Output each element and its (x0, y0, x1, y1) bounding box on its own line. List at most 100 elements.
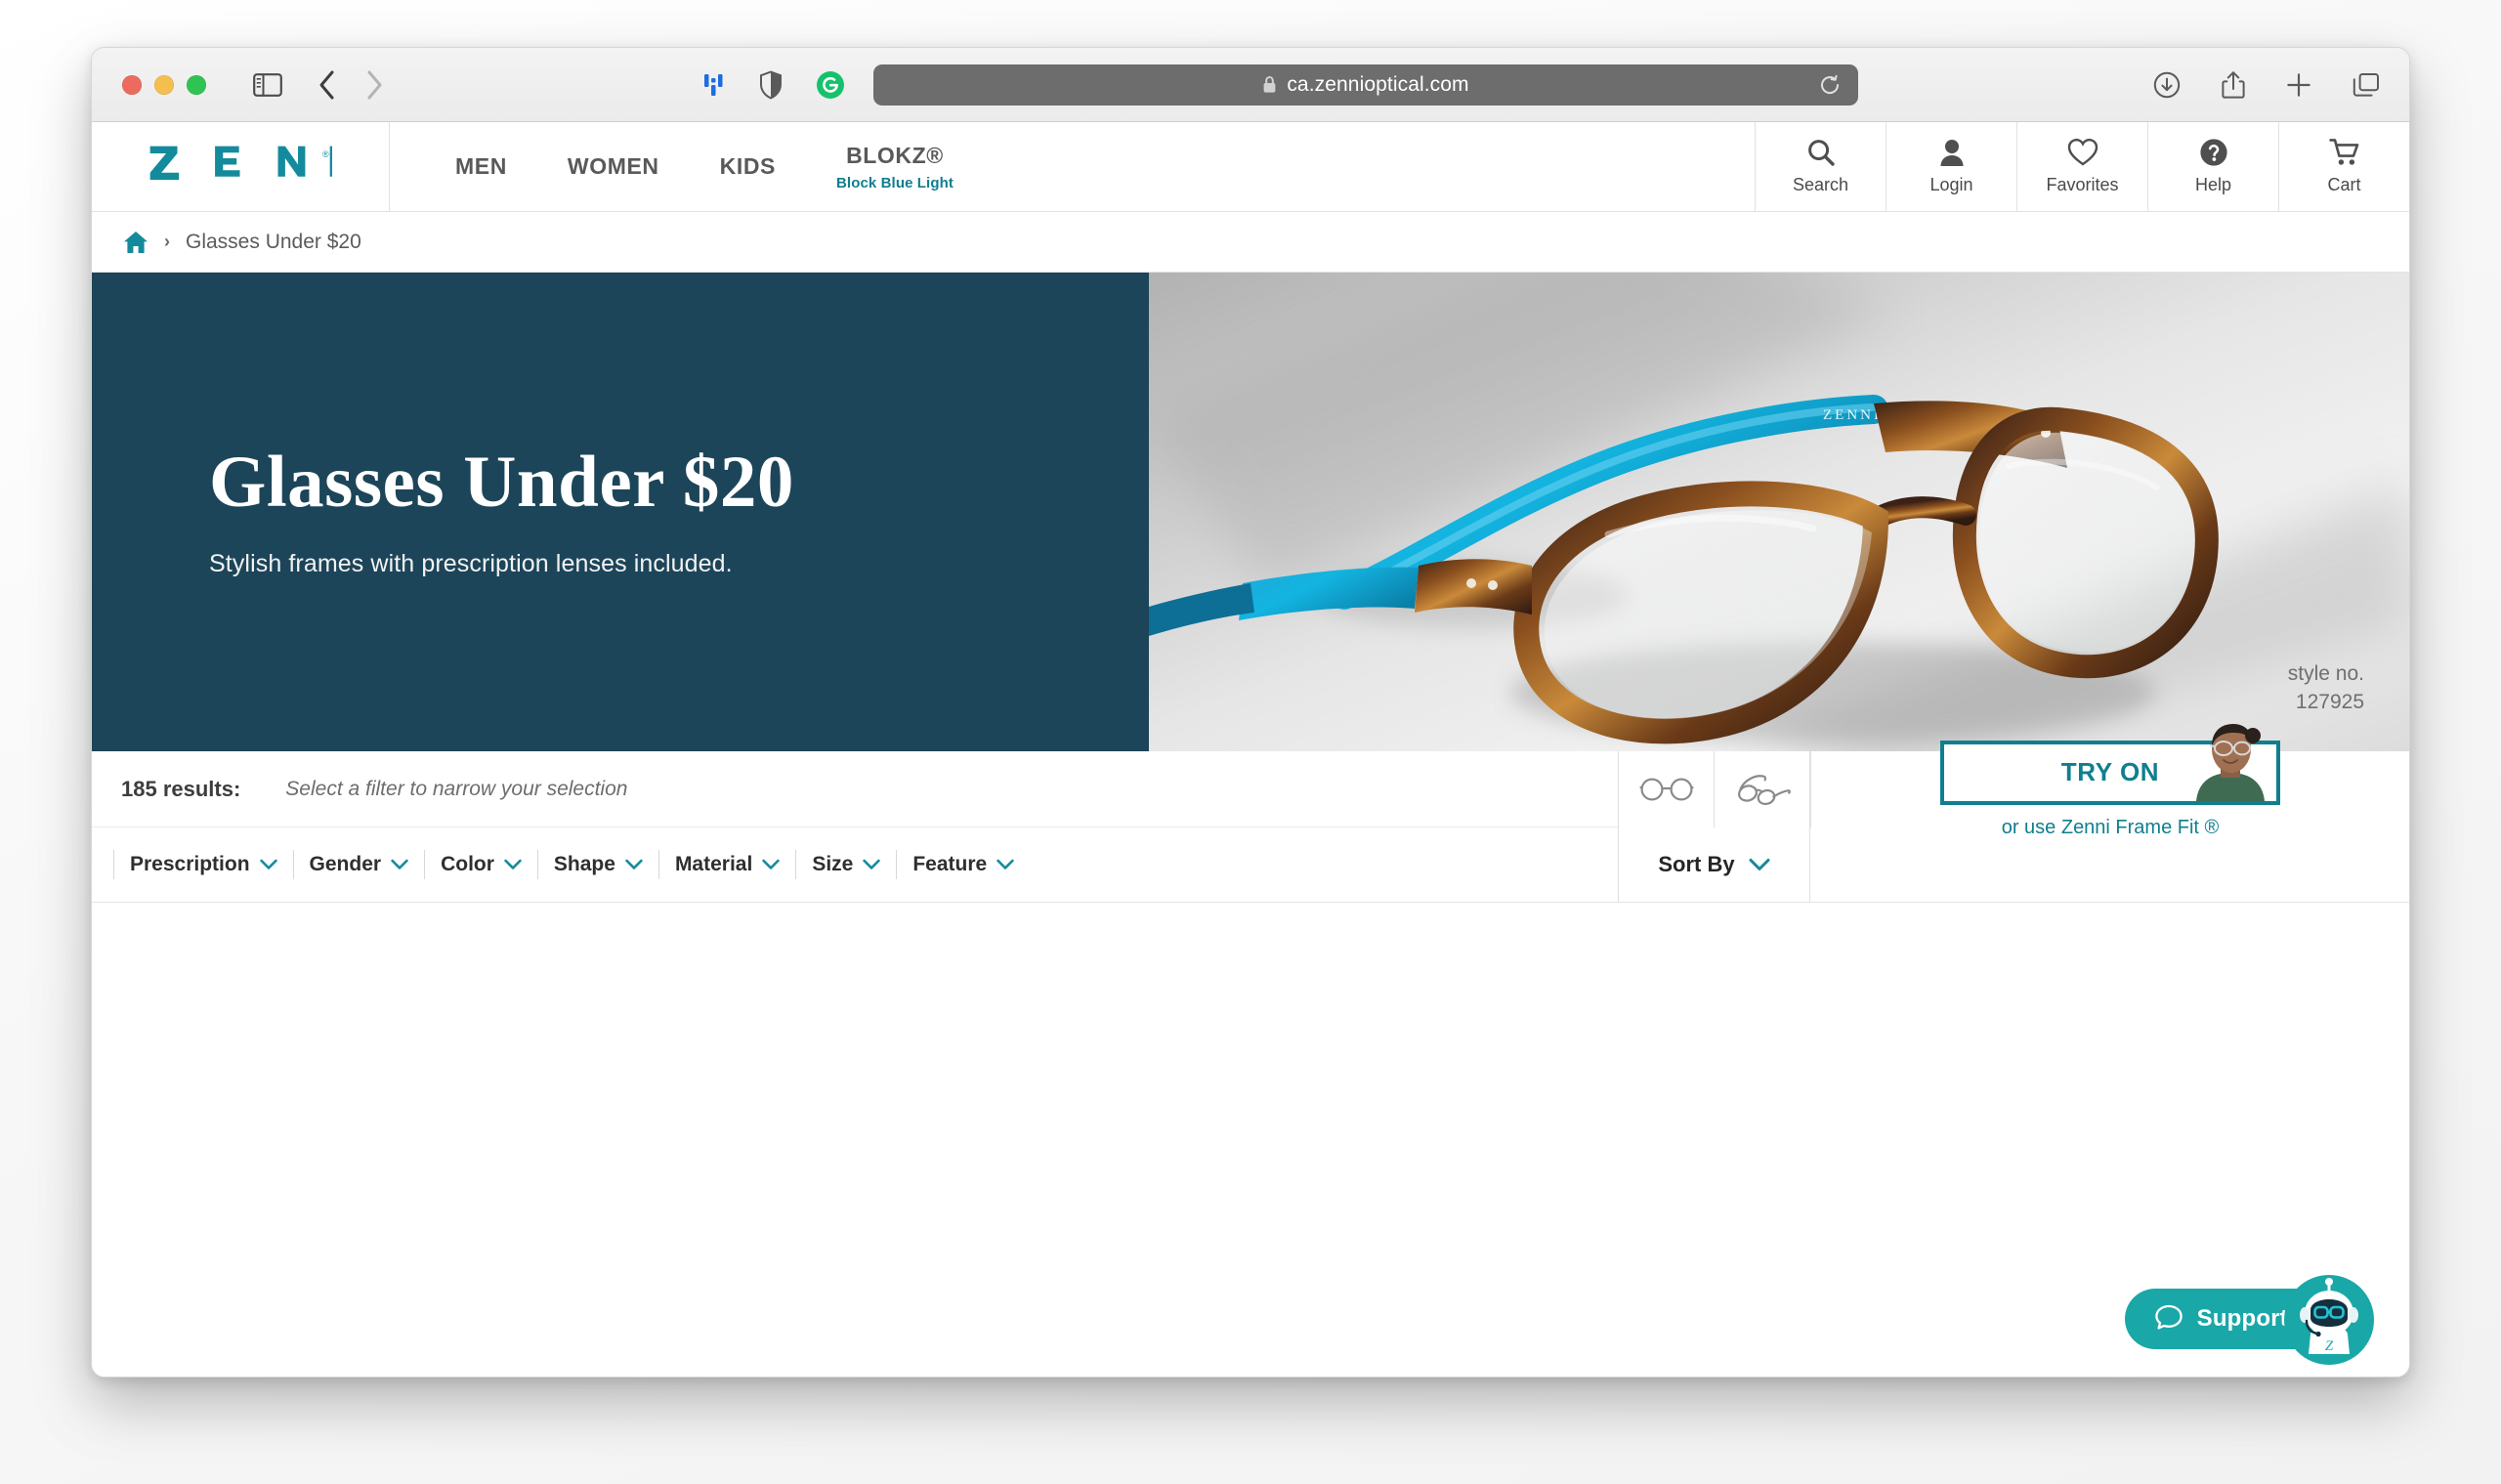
search-icon (1806, 138, 1836, 167)
breadcrumb: › Glasses Under $20 (92, 212, 2409, 273)
header-login-button[interactable]: Login (1886, 122, 2016, 211)
filter-feature[interactable]: Feature (896, 850, 1030, 879)
results-filter-bar: 185 results: Select a filter to narrow y… (92, 723, 2409, 903)
nav-label: MEN (455, 153, 507, 179)
nav-item-men[interactable]: MEN (455, 122, 507, 211)
chevron-down-icon (996, 859, 1014, 870)
glasses-front-view-icon[interactable] (1619, 751, 1715, 827)
style-number-value: 127925 (2295, 690, 2364, 713)
browser-toolbar: ca.zennioptical.com (92, 48, 2409, 122)
new-tab-icon[interactable] (2286, 72, 2311, 98)
share-icon[interactable] (2222, 70, 2245, 100)
sidebar-toggle-icon[interactable] (253, 72, 282, 97)
safari-browser-window: ca.zennioptical.com ® MEN WOMEN KIDS BLO… (91, 47, 2410, 1378)
results-count: 185 results: (121, 776, 241, 801)
address-bar-url: ca.zennioptical.com (1287, 72, 1469, 96)
filter-label: Prescription (130, 853, 250, 875)
filter-label: Size (812, 853, 854, 875)
chevron-down-icon (863, 859, 881, 870)
header-action-label: Login (1929, 175, 1973, 194)
chevron-down-icon (504, 859, 522, 870)
filter-label: Color (441, 853, 494, 875)
header-action-label: Cart (2327, 175, 2361, 194)
avatar (2188, 719, 2272, 801)
nav-label: BLOKZ® (846, 142, 944, 168)
header-favorites-button[interactable]: Favorites (2016, 122, 2147, 211)
grammarly-extension-icon[interactable] (816, 70, 845, 100)
support-robot-avatar: Z (2284, 1275, 2374, 1365)
minimize-button[interactable] (154, 74, 174, 95)
back-arrow-icon[interactable] (318, 69, 337, 101)
main-navigation: MEN WOMEN KIDS BLOKZ® Block Blue Light (390, 122, 1755, 211)
chevron-down-icon (1749, 858, 1770, 871)
window-traffic-lights (122, 74, 206, 95)
sort-by-label: Sort By (1658, 852, 1735, 876)
svg-text:Z: Z (2325, 1338, 2334, 1354)
shield-privacy-extension-icon[interactable] (759, 70, 783, 100)
header-action-label: Favorites (2046, 175, 2119, 194)
filter-row: Prescription Gender Color Shape Material… (92, 827, 1618, 902)
lock-icon (1262, 75, 1277, 94)
try-on-label: TRY ON (2060, 757, 2160, 786)
view-and-tryon-row: TRY ON or use Zenni Frame Fit ® (1618, 723, 2409, 838)
chevron-down-icon (391, 859, 408, 870)
page-viewport: ® MEN WOMEN KIDS BLOKZ® Block Blue Light… (92, 122, 2409, 1377)
question-circle-icon (2199, 138, 2228, 167)
zenni-logo[interactable]: ® (92, 122, 390, 211)
filter-label: Feature (912, 853, 988, 875)
try-on-button[interactable]: TRY ON (1940, 723, 2280, 805)
reload-icon[interactable] (1819, 74, 1841, 96)
shopping-cart-icon (2328, 138, 2360, 167)
filter-color[interactable]: Color (424, 850, 537, 879)
desktop-background: ca.zennioptical.com ® MEN WOMEN KIDS BLO… (0, 0, 2501, 1484)
hero-product-photo: ZENNI style no. 127925 (1149, 273, 2409, 751)
toolbar-right-actions (2153, 70, 2380, 100)
filter-label: Material (674, 853, 753, 875)
browser-extensions (702, 70, 845, 100)
nav-sublabel: Block Blue Light (836, 174, 954, 191)
support-label: Support (2196, 1305, 2288, 1332)
nav-item-women[interactable]: WOMEN (568, 122, 659, 211)
nav-item-kids[interactable]: KIDS (720, 122, 776, 211)
support-chat-widget[interactable]: Support Z (2124, 1275, 2374, 1365)
filter-material[interactable]: Material (657, 850, 795, 879)
header-action-label: Help (2194, 175, 2232, 194)
close-button[interactable] (122, 74, 142, 95)
header-help-button[interactable]: Help (2147, 122, 2278, 211)
zenni-frame-fit-link[interactable]: or use Zenni Frame Fit ® (2002, 817, 2220, 839)
chat-bubble-icon (2154, 1302, 2183, 1336)
nav-label: WOMEN (567, 153, 659, 179)
header-cart-button[interactable]: Cart (2278, 122, 2409, 211)
hero-banner: Glasses Under $20 Stylish frames with pr… (92, 273, 2409, 751)
filter-label: Shape (553, 853, 615, 875)
address-bar[interactable]: ca.zennioptical.com (873, 64, 1858, 106)
breadcrumb-separator: › (164, 232, 170, 251)
filter-size[interactable]: Size (795, 850, 896, 879)
filter-gender[interactable]: Gender (292, 850, 425, 879)
try-on-cell: TRY ON or use Zenni Frame Fit ® (1810, 723, 2409, 838)
header-search-button[interactable]: Search (1755, 122, 1886, 211)
zoom-button[interactable] (187, 74, 206, 95)
breadcrumb-current: Glasses Under $20 (186, 230, 361, 253)
forward-arrow-icon[interactable] (364, 69, 384, 101)
results-left-column: 185 results: Select a filter to narrow y… (92, 751, 1618, 902)
filter-prescription[interactable]: Prescription (113, 850, 293, 879)
header-action-label: Search (1792, 175, 1849, 194)
nav-label: KIDS (719, 153, 776, 179)
filter-hint: Select a filter to narrow your selection (285, 777, 628, 800)
chevron-down-icon (762, 859, 781, 870)
heart-icon (2067, 138, 2098, 167)
sort-by-dropdown[interactable]: Sort By (1619, 827, 1810, 902)
style-number: style no. 127925 (2288, 660, 2364, 716)
dashlane-extension-icon[interactable] (702, 71, 726, 99)
glasses-angled-view-icon[interactable] (1715, 751, 1810, 827)
home-icon[interactable] (123, 231, 148, 254)
downloads-icon[interactable] (2153, 71, 2181, 99)
chevron-down-icon (259, 859, 277, 870)
user-icon (1938, 138, 1966, 167)
filter-shape[interactable]: Shape (536, 850, 658, 879)
tab-overview-icon[interactable] (2353, 72, 2380, 98)
svg-text:ZENNI: ZENNI (1823, 407, 1882, 423)
nav-item-blokz[interactable]: BLOKZ® Block Blue Light (836, 122, 954, 211)
hero-text-panel: Glasses Under $20 Stylish frames with pr… (92, 273, 1149, 751)
